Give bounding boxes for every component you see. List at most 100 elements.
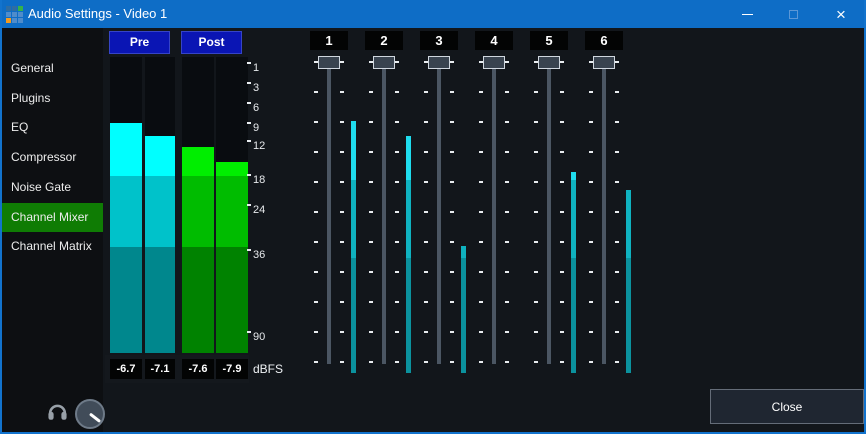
fader-tick — [424, 91, 428, 93]
fader-tick — [395, 91, 399, 93]
channel-fader-handle-2[interactable] — [373, 56, 395, 69]
minimize-button[interactable] — [724, 0, 770, 28]
scale-tick — [247, 249, 251, 251]
fader-tick — [505, 301, 509, 303]
scale-tick — [247, 102, 251, 104]
channel-fader-handle-5[interactable] — [538, 56, 560, 69]
channel-fader-track-6[interactable] — [602, 62, 606, 364]
close-button[interactable]: Close — [710, 389, 864, 424]
fader-tick — [314, 121, 318, 123]
scale-label: 6 — [253, 103, 259, 114]
scale-label: 18 — [253, 175, 265, 186]
fader-tick — [479, 361, 483, 363]
fader-tick — [369, 331, 373, 333]
fader-tick — [589, 211, 593, 213]
fader-tick — [560, 241, 564, 243]
fader-tick — [450, 211, 454, 213]
meter-readout: -6.7 — [110, 359, 142, 379]
logo-square — [18, 6, 23, 11]
knob-indicator — [89, 413, 101, 423]
scale-tick — [247, 174, 251, 176]
channel-meter-5 — [571, 258, 576, 373]
maximize-icon — [789, 10, 798, 19]
channel-fader-track-1[interactable] — [327, 62, 331, 364]
logo-square — [6, 6, 11, 11]
scale-label: 1 — [253, 63, 259, 74]
headphones-icon[interactable] — [47, 402, 68, 421]
channel-fader-handle-3[interactable] — [428, 56, 450, 69]
window-close-button[interactable]: × — [818, 0, 864, 28]
fader-tick — [534, 91, 538, 93]
meter-readout: -7.1 — [145, 359, 175, 379]
fader-tick — [589, 241, 593, 243]
meter-bar-segment — [110, 247, 142, 353]
channel-fader-handle-4[interactable] — [483, 56, 505, 69]
channel-fader-track-4[interactable] — [492, 62, 496, 364]
fader-tick — [479, 331, 483, 333]
fader-tick — [424, 271, 428, 273]
channel-meter-1 — [351, 180, 356, 258]
fader-tick — [314, 301, 318, 303]
fader-tick — [340, 151, 344, 153]
fader-tick — [450, 181, 454, 183]
fader-tick — [560, 151, 564, 153]
scale-label: 12 — [253, 141, 265, 152]
sidebar-item-general[interactable]: General — [2, 54, 103, 83]
fader-tick — [369, 301, 373, 303]
fader-tick — [340, 121, 344, 123]
fader-tick — [340, 211, 344, 213]
fader-tick — [340, 61, 344, 63]
channel-meter-2 — [406, 258, 411, 373]
logo-square — [6, 12, 11, 17]
fader-tick — [450, 331, 454, 333]
fader-tick — [589, 361, 593, 363]
sidebar-item-channel-matrix[interactable]: Channel Matrix — [2, 232, 103, 261]
sidebar-item-channel-mixer[interactable]: Channel Mixer — [2, 203, 103, 232]
channel-number-3: 3 — [420, 31, 458, 50]
fader-tick — [479, 181, 483, 183]
channel-fader-handle-6[interactable] — [593, 56, 615, 69]
window-title: Audio Settings - Video 1 — [28, 0, 167, 28]
fader-tick — [424, 211, 428, 213]
channel-number-4: 4 — [475, 31, 513, 50]
fader-tick — [505, 121, 509, 123]
meter-bar-segment — [182, 147, 214, 176]
sidebar-item-compressor[interactable]: Compressor — [2, 143, 103, 172]
fader-tick — [505, 91, 509, 93]
sidebar-item-eq[interactable]: EQ — [2, 113, 103, 142]
fader-tick — [560, 121, 564, 123]
channel-fader-track-3[interactable] — [437, 62, 441, 364]
channel-meter-6 — [626, 190, 631, 258]
fader-tick — [505, 211, 509, 213]
meter-readout: -7.9 — [216, 359, 248, 379]
fader-tick — [479, 271, 483, 273]
scale-tick — [247, 331, 251, 333]
fader-tick — [560, 91, 564, 93]
sidebar-item-noise-gate[interactable]: Noise Gate — [2, 173, 103, 202]
fader-tick — [505, 331, 509, 333]
channel-fader-track-2[interactable] — [382, 62, 386, 364]
fader-tick — [560, 181, 564, 183]
channel-meter-3 — [461, 246, 466, 258]
fader-tick — [314, 271, 318, 273]
fader-tick — [560, 361, 564, 363]
maximize-button[interactable] — [770, 0, 816, 28]
fader-tick — [424, 331, 428, 333]
fader-tick — [424, 301, 428, 303]
fader-tick — [479, 121, 483, 123]
channel-fader-handle-1[interactable] — [318, 56, 340, 69]
fader-tick — [589, 271, 593, 273]
meter-column-pre-1 — [110, 57, 142, 353]
fader-tick — [340, 301, 344, 303]
fader-tick — [314, 91, 318, 93]
fader-tick — [615, 61, 619, 63]
monitor-volume-knob[interactable] — [75, 399, 105, 429]
scale-tick — [247, 140, 251, 142]
fader-tick — [589, 331, 593, 333]
fader-tick — [534, 121, 538, 123]
sidebar-item-plugins[interactable]: Plugins — [2, 84, 103, 113]
fader-tick — [615, 121, 619, 123]
fader-tick — [369, 361, 373, 363]
channel-fader-track-5[interactable] — [547, 62, 551, 364]
fader-tick — [450, 361, 454, 363]
